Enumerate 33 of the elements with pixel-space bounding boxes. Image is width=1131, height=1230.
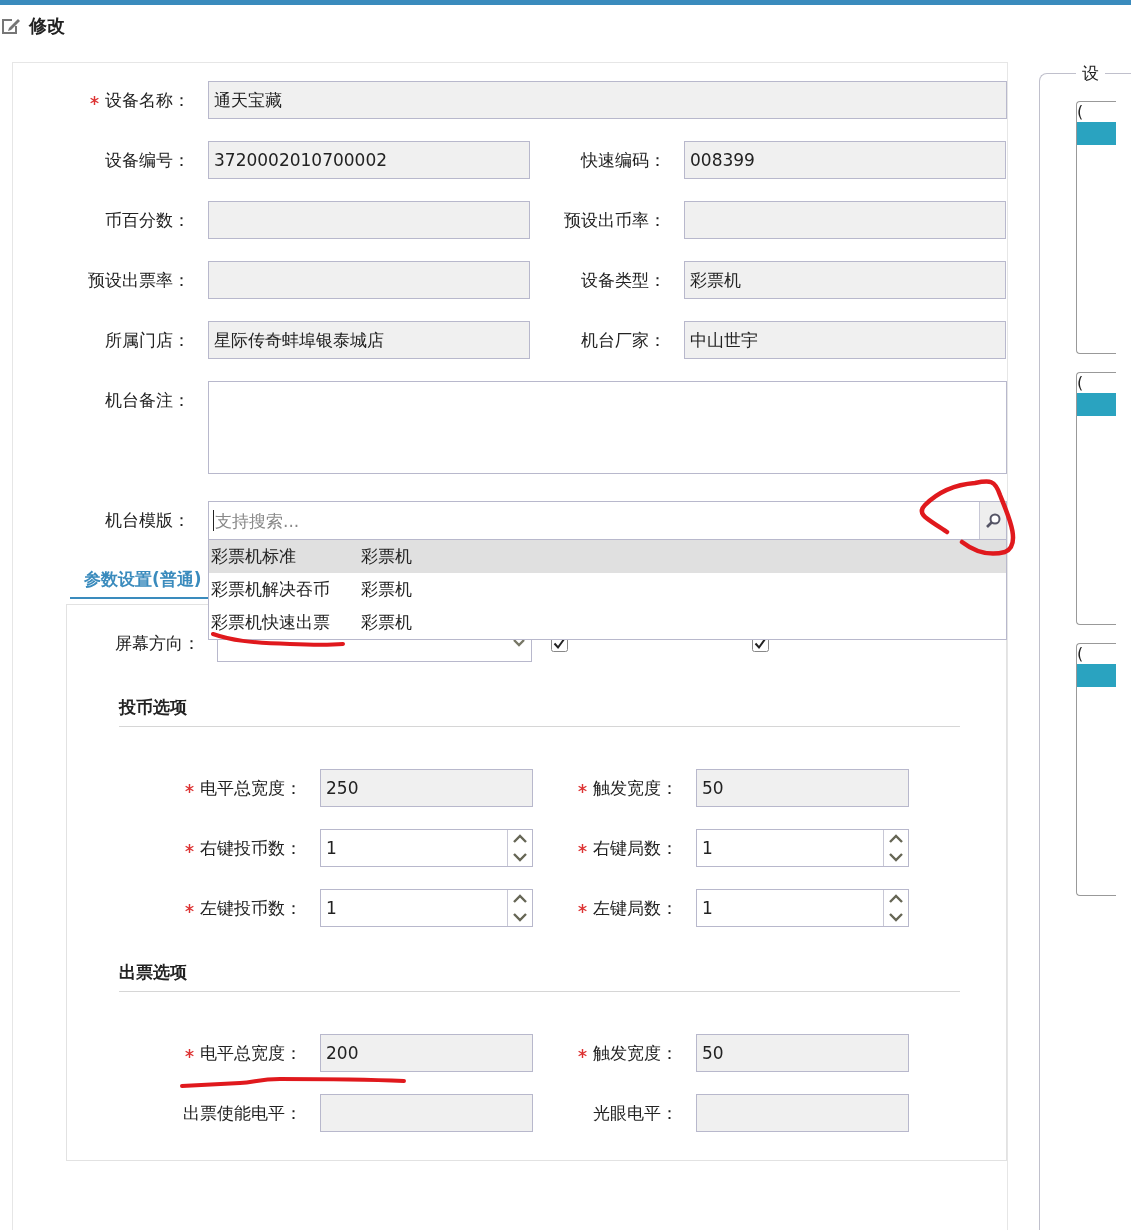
section-title: 出票选项 [119,962,187,982]
field-label: 电平总宽度： [200,1041,302,1065]
field-label: 机台厂家： [581,328,666,352]
field-label: 所属门店： [105,328,190,352]
card-text: ( [1077,373,1085,393]
field-label: 左键投币数： [200,896,302,920]
field-label: 快速编码： [581,148,666,172]
field-label: 屏幕方向： [114,631,200,655]
field-label: 电平总宽度： [200,776,302,800]
field-label: 币百分数： [105,208,190,232]
option-name: 彩票机快速出票 [211,611,331,634]
card-text: ( [1077,102,1085,122]
field-label: 机台备注： [105,388,190,412]
option-type: 彩票机 [361,578,412,601]
field-label: 左键局数： [593,896,678,920]
option-type: 彩票机 [361,545,412,568]
field-label: 触发宽度： [593,1041,678,1065]
field-label: 设备名称： [105,88,190,112]
section-title: 投币选项 [119,697,187,717]
field-label: 光眼电平： [593,1101,678,1125]
card-text: ( [1077,644,1085,664]
field-label: 预设出票率： [88,268,190,292]
field-label: 设备类型： [581,268,666,292]
field-label: 右键局数： [593,836,678,860]
field-label: 机台模版： [105,508,190,532]
page-title: 修改 [29,14,65,38]
option-type: 彩票机 [361,611,412,634]
field-label: 预设出币率： [564,208,666,232]
fieldset-legend: 设 [1076,62,1105,85]
field-label: 出票使能电平： [183,1101,302,1125]
field-label: 设备编号： [105,148,190,172]
field-label: 触发宽度： [593,776,678,800]
field-label: 右键投币数： [200,836,302,860]
